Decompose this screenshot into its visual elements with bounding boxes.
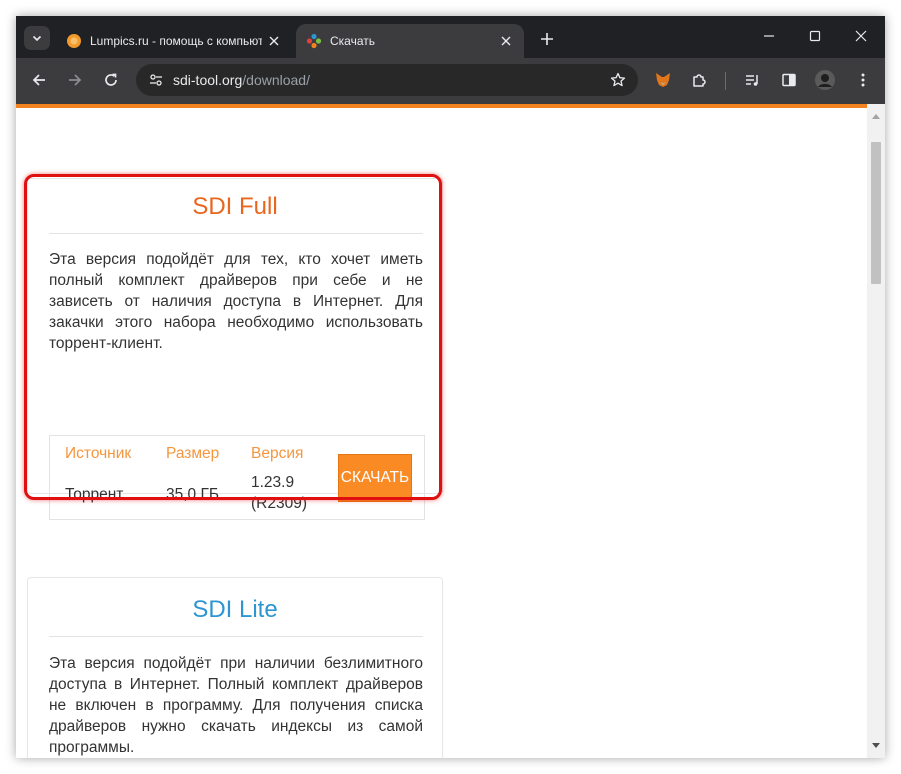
profile-button[interactable]	[811, 66, 839, 94]
back-button[interactable]	[25, 66, 53, 94]
tab-search-button[interactable]	[24, 26, 50, 50]
tab-lumpics[interactable]: Lumpics.ru - помощь с компьютером	[56, 24, 292, 58]
title-divider	[49, 636, 423, 637]
tune-icon	[150, 74, 162, 86]
sdi-lite-card: SDI Lite Эта версия подойдёт при наличии…	[27, 577, 443, 758]
bookmark-button[interactable]	[606, 68, 630, 92]
side-panel-icon	[782, 73, 796, 87]
tab-title: Скачать	[330, 34, 375, 48]
orange-circle-icon	[67, 34, 81, 48]
arrow-left-icon	[32, 74, 45, 86]
toolbar-divider	[725, 72, 726, 90]
page-content: SDI Full Эта версия подойдёт для тех, кт…	[16, 108, 867, 758]
maximize-icon	[809, 30, 821, 42]
reload-icon	[105, 73, 117, 86]
card-title: SDI Lite	[192, 596, 278, 623]
star-icon	[610, 72, 626, 87]
tab-title: Lumpics.ru - помощь с компьютером	[90, 34, 262, 48]
forward-button[interactable]	[61, 66, 89, 94]
browser-menu-button[interactable]	[849, 66, 877, 94]
address-bar[interactable]: sdi-tool.org/download/	[136, 64, 638, 96]
site-info-button[interactable]	[144, 68, 168, 92]
triangle-up-icon	[872, 114, 880, 119]
new-tab-button[interactable]	[534, 26, 560, 52]
arrow-right-icon	[69, 74, 82, 86]
scroll-up-arrow[interactable]	[867, 108, 885, 124]
extensions-button[interactable]	[685, 66, 713, 94]
plus-icon	[541, 33, 553, 45]
fox-icon	[656, 73, 670, 87]
scrollbar-thumb[interactable]	[871, 142, 881, 284]
browser-window: Lumpics.ru - помощь с компьютером Скачат…	[16, 16, 885, 758]
maximize-button[interactable]	[795, 22, 835, 50]
close-icon[interactable]	[498, 33, 514, 49]
tab-strip: Lumpics.ru - помощь с компьютером Скачат…	[16, 16, 885, 58]
minimize-button[interactable]	[749, 22, 789, 50]
url-path: /download/	[242, 72, 310, 88]
vertical-scrollbar[interactable]	[867, 104, 885, 758]
triangle-down-icon	[872, 743, 880, 748]
highlight-frame	[24, 174, 442, 500]
card-description: Эта версия подойдёт при наличии безлимит…	[49, 655, 423, 756]
avatar	[815, 70, 835, 90]
close-icon	[855, 30, 867, 42]
puzzle-icon	[693, 74, 706, 87]
sdi-logo-icon	[306, 33, 322, 49]
close-window-button[interactable]	[841, 22, 881, 50]
side-panel-button[interactable]	[775, 66, 803, 94]
url-host: sdi-tool.org	[173, 72, 243, 88]
tab-download[interactable]: Скачать	[296, 24, 524, 58]
scroll-down-arrow[interactable]	[867, 738, 885, 754]
minimize-icon	[764, 35, 774, 37]
metamask-extension-button[interactable]	[649, 66, 677, 94]
more-vertical-icon	[861, 73, 865, 87]
media-controls-button[interactable]	[739, 66, 767, 94]
url-text: sdi-tool.org/download/	[173, 72, 310, 88]
browser-toolbar: sdi-tool.org/download/	[16, 58, 885, 104]
close-icon[interactable]	[266, 33, 282, 49]
chevron-down-icon	[32, 35, 42, 42]
queue-music-icon	[746, 75, 758, 86]
reload-button[interactable]	[97, 66, 125, 94]
